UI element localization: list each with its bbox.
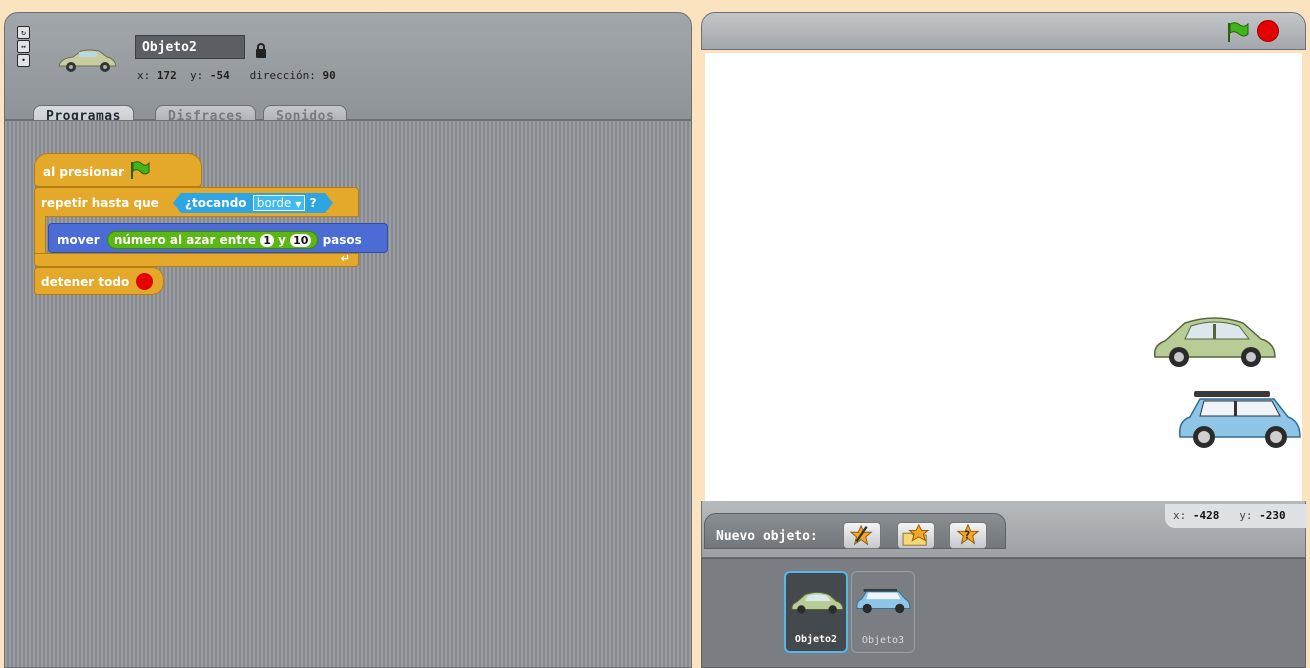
y-value: -54 — [209, 69, 230, 82]
x-label: x: — [137, 69, 151, 82]
mouse-y-label: y: — [1239, 509, 1253, 522]
loop-arrow-icon: ↵ — [340, 252, 350, 265]
stop-sign-icon — [136, 272, 154, 290]
random-to-input[interactable]: 10 — [290, 234, 312, 247]
when-flag-clicked-block[interactable]: al presionar — [34, 153, 202, 187]
mouse-x-label: x: — [1173, 509, 1187, 522]
lock-icon[interactable] — [256, 43, 266, 58]
mouse-x-value: -428 — [1192, 509, 1220, 522]
sprite-position-info: x: 172 y: -54 dirección: 90 — [137, 69, 336, 82]
paint-new-sprite-icon — [849, 524, 873, 546]
sprite-objeto3[interactable] — [1176, 391, 1302, 453]
move-block[interactable]: mover número al azar entre 1 y 10 pasos — [48, 223, 388, 253]
sprite-tile-label: Objeto2 — [794, 634, 838, 645]
steps-label: pasos — [322, 233, 362, 247]
random-block[interactable]: número al azar entre 1 y 10 — [106, 231, 319, 249]
new-sprite-label: Nuevo objeto: — [716, 529, 818, 544]
random-from-input[interactable]: 1 — [260, 234, 274, 247]
choose-sprite-file-button[interactable] — [897, 522, 935, 549]
y-label: y: — [190, 69, 204, 82]
sprite-objeto3-thumbnail — [856, 588, 911, 614]
when-flag-label: al presionar — [43, 165, 125, 179]
new-sprite-bar: Nuevo objeto: ? — [704, 513, 1006, 549]
touching-target-dropdown[interactable]: borde ▼ — [252, 195, 306, 211]
scripts-area[interactable]: al presionar repetir hasta que ¿tocando … — [4, 120, 692, 668]
no-rotate-icon[interactable]: • — [17, 54, 30, 67]
sprite-objeto2-thumbnail — [791, 591, 844, 614]
move-label: mover — [57, 233, 100, 247]
sprite-objeto2[interactable] — [1151, 315, 1279, 369]
random-sprite-icon: ? — [956, 523, 980, 545]
random-sprite-button[interactable]: ? — [949, 522, 987, 549]
chevron-down-icon: ▼ — [295, 200, 302, 209]
choose-sprite-file-icon — [902, 523, 930, 546]
sprite-name-field[interactable]: Objeto2 — [135, 35, 245, 59]
touching-label: ¿tocando — [185, 196, 247, 210]
touching-target-value: borde — [256, 196, 292, 210]
sprite-tile-label: Objeto3 — [861, 635, 905, 646]
sprite-tile-objeto3[interactable]: Objeto3 — [851, 571, 915, 653]
stage[interactable] — [705, 53, 1302, 501]
sprite-tile-objeto2[interactable]: Objeto2 — [784, 571, 848, 653]
sprite-thumbnail — [58, 49, 117, 72]
green-flag-button[interactable] — [1225, 20, 1249, 44]
flip-left-right-icon[interactable]: ↔ — [17, 40, 30, 53]
random-and-label: y — [278, 233, 286, 247]
stop-all-block[interactable]: detener todo — [34, 267, 164, 295]
svg-text:?: ? — [964, 531, 970, 542]
repeat-until-arm — [34, 216, 46, 256]
green-flag-icon — [131, 160, 150, 179]
stage-footer: x: -428 y: -230 Nuevo objeto: ? — [701, 501, 1307, 558]
rotate-icon[interactable]: ↻ — [17, 26, 30, 39]
paint-new-sprite-button[interactable] — [843, 522, 881, 549]
direction-value: 90 — [322, 69, 336, 82]
touching-question: ? — [309, 196, 317, 210]
stop-all-label: detener todo — [41, 275, 130, 289]
repeat-until-label: repetir hasta que — [41, 196, 159, 210]
random-label: número al azar entre — [113, 233, 257, 247]
touching-block[interactable]: ¿tocando borde ▼ ? — [173, 193, 333, 213]
stage-header — [701, 12, 1306, 50]
stop-button[interactable] — [1257, 20, 1279, 42]
x-value: 172 — [156, 69, 177, 82]
sprite-list: Objeto2 Objeto3 — [701, 558, 1306, 668]
repeat-until-foot: ↵ — [34, 252, 359, 267]
mouse-y-value: -230 — [1259, 509, 1286, 522]
mouse-coordinates: x: -428 y: -230 — [1165, 504, 1307, 528]
direction-label: dirección: — [249, 69, 316, 82]
sprite-info-panel: ↻ ↔ • Objeto2 x: 172 y: -54 dirección: 9… — [4, 12, 692, 133]
